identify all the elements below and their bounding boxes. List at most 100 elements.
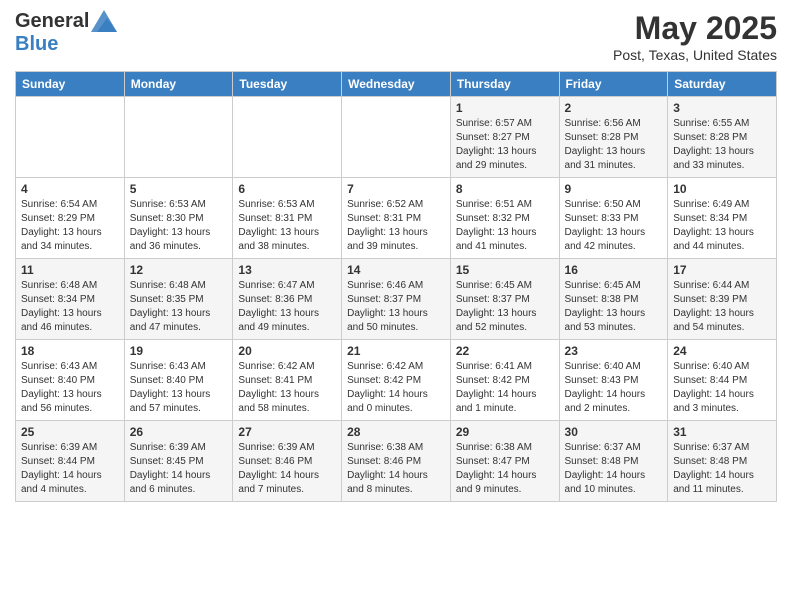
logo-text: General Blue <box>15 10 117 56</box>
day-number: 13 <box>238 263 336 277</box>
header: General Blue May 2025 Post, Texas, Unite… <box>15 10 777 63</box>
table-row: 10Sunrise: 6:49 AM Sunset: 8:34 PM Dayli… <box>668 178 777 259</box>
day-number: 27 <box>238 425 336 439</box>
day-number: 6 <box>238 182 336 196</box>
day-number: 10 <box>673 182 771 196</box>
table-row: 9 Sunrise: 6:50 AM Sunset: 8:33 PM Daylig… <box>559 178 668 259</box>
title-block: May 2025 Post, Texas, United States <box>613 10 777 63</box>
day-number: 16 <box>565 263 663 277</box>
table-row: 20Sunrise: 6:42 AM Sunset: 8:41 PM Dayli… <box>233 340 342 421</box>
day-detail: Sunrise: 6:46 AM Sunset: 8:37 PM Dayligh… <box>347 279 445 335</box>
day-detail: Sunrise: 6:56 AM Sunset: 8:28 PM Dayligh… <box>565 117 663 173</box>
day-detail: Sunrise: 6:39 AM Sunset: 8:45 PM Dayligh… <box>130 441 228 497</box>
table-row: 25Sunrise: 6:39 AM Sunset: 8:44 PM Dayli… <box>16 421 125 502</box>
calendar-week-row: 1 Sunrise: 6:57 AM Sunset: 8:27 PM Daylig… <box>16 97 777 178</box>
day-detail: Sunrise: 6:43 AM Sunset: 8:40 PM Dayligh… <box>21 360 119 416</box>
table-row: 23 Sunrise: 6:40 AM Sunset: 8:43 PM Dayli… <box>559 340 668 421</box>
table-row: 4Sunrise: 6:54 AM Sunset: 8:29 PM Daylig… <box>16 178 125 259</box>
day-detail: Sunrise: 6:38 AM Sunset: 8:46 PM Dayligh… <box>347 441 445 497</box>
table-row: 29Sunrise: 6:38 AM Sunset: 8:47 PM Dayli… <box>450 421 559 502</box>
day-number: 9 <box>565 182 663 196</box>
table-row <box>342 97 451 178</box>
day-number: 17 <box>673 263 771 277</box>
col-wednesday: Wednesday <box>342 72 451 97</box>
table-row: 28 Sunrise: 6:38 AM Sunset: 8:46 PM Dayli… <box>342 421 451 502</box>
day-number: 11 <box>21 263 119 277</box>
day-detail: Sunrise: 6:42 AM Sunset: 8:41 PM Dayligh… <box>238 360 336 416</box>
subtitle: Post, Texas, United States <box>613 47 777 63</box>
table-row: 2 Sunrise: 6:56 AM Sunset: 8:28 PM Daylig… <box>559 97 668 178</box>
calendar-table: Sunday Monday Tuesday Wednesday Thursday… <box>15 71 777 502</box>
day-number: 24 <box>673 344 771 358</box>
day-detail: Sunrise: 6:47 AM Sunset: 8:36 PM Dayligh… <box>238 279 336 335</box>
day-detail: Sunrise: 6:45 AM Sunset: 8:37 PM Dayligh… <box>456 279 554 335</box>
table-row <box>16 97 125 178</box>
table-row: 7Sunrise: 6:52 AM Sunset: 8:31 PM Daylig… <box>342 178 451 259</box>
day-detail: Sunrise: 6:40 AM Sunset: 8:43 PM Dayligh… <box>565 360 663 416</box>
day-detail: Sunrise: 6:44 AM Sunset: 8:39 PM Dayligh… <box>673 279 771 335</box>
day-detail: Sunrise: 6:55 AM Sunset: 8:28 PM Dayligh… <box>673 117 771 173</box>
col-tuesday: Tuesday <box>233 72 342 97</box>
col-sunday: Sunday <box>16 72 125 97</box>
table-row: 14 Sunrise: 6:46 AM Sunset: 8:37 PM Dayli… <box>342 259 451 340</box>
table-row: 8 Sunrise: 6:51 AM Sunset: 8:32 PM Daylig… <box>450 178 559 259</box>
table-row: 12 Sunrise: 6:48 AM Sunset: 8:35 PM Dayli… <box>124 259 233 340</box>
day-number: 31 <box>673 425 771 439</box>
day-number: 1 <box>456 101 554 115</box>
day-detail: Sunrise: 6:48 AM Sunset: 8:34 PM Dayligh… <box>21 279 119 335</box>
table-row: 27Sunrise: 6:39 AM Sunset: 8:46 PM Dayli… <box>233 421 342 502</box>
day-number: 19 <box>130 344 228 358</box>
day-number: 26 <box>130 425 228 439</box>
table-row: 6Sunrise: 6:53 AM Sunset: 8:31 PM Daylig… <box>233 178 342 259</box>
col-saturday: Saturday <box>668 72 777 97</box>
main-title: May 2025 <box>613 10 777 47</box>
calendar-week-row: 18 Sunrise: 6:43 AM Sunset: 8:40 PM Dayli… <box>16 340 777 421</box>
day-number: 18 <box>21 344 119 358</box>
logo-icon <box>91 10 117 32</box>
day-detail: Sunrise: 6:42 AM Sunset: 8:42 PM Dayligh… <box>347 360 445 416</box>
day-detail: Sunrise: 6:53 AM Sunset: 8:30 PM Dayligh… <box>130 198 228 254</box>
table-row: 26 Sunrise: 6:39 AM Sunset: 8:45 PM Dayli… <box>124 421 233 502</box>
day-detail: Sunrise: 6:50 AM Sunset: 8:33 PM Dayligh… <box>565 198 663 254</box>
logo-general: General <box>15 10 89 33</box>
day-detail: Sunrise: 6:37 AM Sunset: 8:48 PM Dayligh… <box>565 441 663 497</box>
col-monday: Monday <box>124 72 233 97</box>
day-number: 23 <box>565 344 663 358</box>
day-number: 12 <box>130 263 228 277</box>
day-number: 2 <box>565 101 663 115</box>
table-row: 11 Sunrise: 6:48 AM Sunset: 8:34 PM Dayli… <box>16 259 125 340</box>
calendar-header-row: Sunday Monday Tuesday Wednesday Thursday… <box>16 72 777 97</box>
table-row: 19 Sunrise: 6:43 AM Sunset: 8:40 PM Dayli… <box>124 340 233 421</box>
day-number: 30 <box>565 425 663 439</box>
calendar-body: 1 Sunrise: 6:57 AM Sunset: 8:27 PM Daylig… <box>16 97 777 502</box>
day-detail: Sunrise: 6:57 AM Sunset: 8:27 PM Dayligh… <box>456 117 554 173</box>
day-detail: Sunrise: 6:51 AM Sunset: 8:32 PM Dayligh… <box>456 198 554 254</box>
day-detail: Sunrise: 6:45 AM Sunset: 8:38 PM Dayligh… <box>565 279 663 335</box>
table-row: 18 Sunrise: 6:43 AM Sunset: 8:40 PM Dayli… <box>16 340 125 421</box>
page: General Blue May 2025 Post, Texas, Unite… <box>0 0 792 512</box>
table-row: 16 Sunrise: 6:45 AM Sunset: 8:38 PM Dayli… <box>559 259 668 340</box>
table-row: 31 Sunrise: 6:37 AM Sunset: 8:48 PM Dayli… <box>668 421 777 502</box>
day-detail: Sunrise: 6:43 AM Sunset: 8:40 PM Dayligh… <box>130 360 228 416</box>
table-row: 3Sunrise: 6:55 AM Sunset: 8:28 PM Daylig… <box>668 97 777 178</box>
day-number: 7 <box>347 182 445 196</box>
calendar-week-row: 4Sunrise: 6:54 AM Sunset: 8:29 PM Daylig… <box>16 178 777 259</box>
day-number: 28 <box>347 425 445 439</box>
day-number: 4 <box>21 182 119 196</box>
calendar-week-row: 25Sunrise: 6:39 AM Sunset: 8:44 PM Dayli… <box>16 421 777 502</box>
table-row <box>124 97 233 178</box>
table-row: 22Sunrise: 6:41 AM Sunset: 8:42 PM Dayli… <box>450 340 559 421</box>
table-row: 30 Sunrise: 6:37 AM Sunset: 8:48 PM Dayli… <box>559 421 668 502</box>
day-number: 14 <box>347 263 445 277</box>
logo: General Blue <box>15 10 117 56</box>
day-detail: Sunrise: 6:39 AM Sunset: 8:44 PM Dayligh… <box>21 441 119 497</box>
day-detail: Sunrise: 6:38 AM Sunset: 8:47 PM Dayligh… <box>456 441 554 497</box>
day-number: 22 <box>456 344 554 358</box>
table-row: 13 Sunrise: 6:47 AM Sunset: 8:36 PM Dayli… <box>233 259 342 340</box>
day-detail: Sunrise: 6:48 AM Sunset: 8:35 PM Dayligh… <box>130 279 228 335</box>
table-row <box>233 97 342 178</box>
day-detail: Sunrise: 6:37 AM Sunset: 8:48 PM Dayligh… <box>673 441 771 497</box>
col-thursday: Thursday <box>450 72 559 97</box>
table-row: 17 Sunrise: 6:44 AM Sunset: 8:39 PM Dayli… <box>668 259 777 340</box>
day-number: 8 <box>456 182 554 196</box>
